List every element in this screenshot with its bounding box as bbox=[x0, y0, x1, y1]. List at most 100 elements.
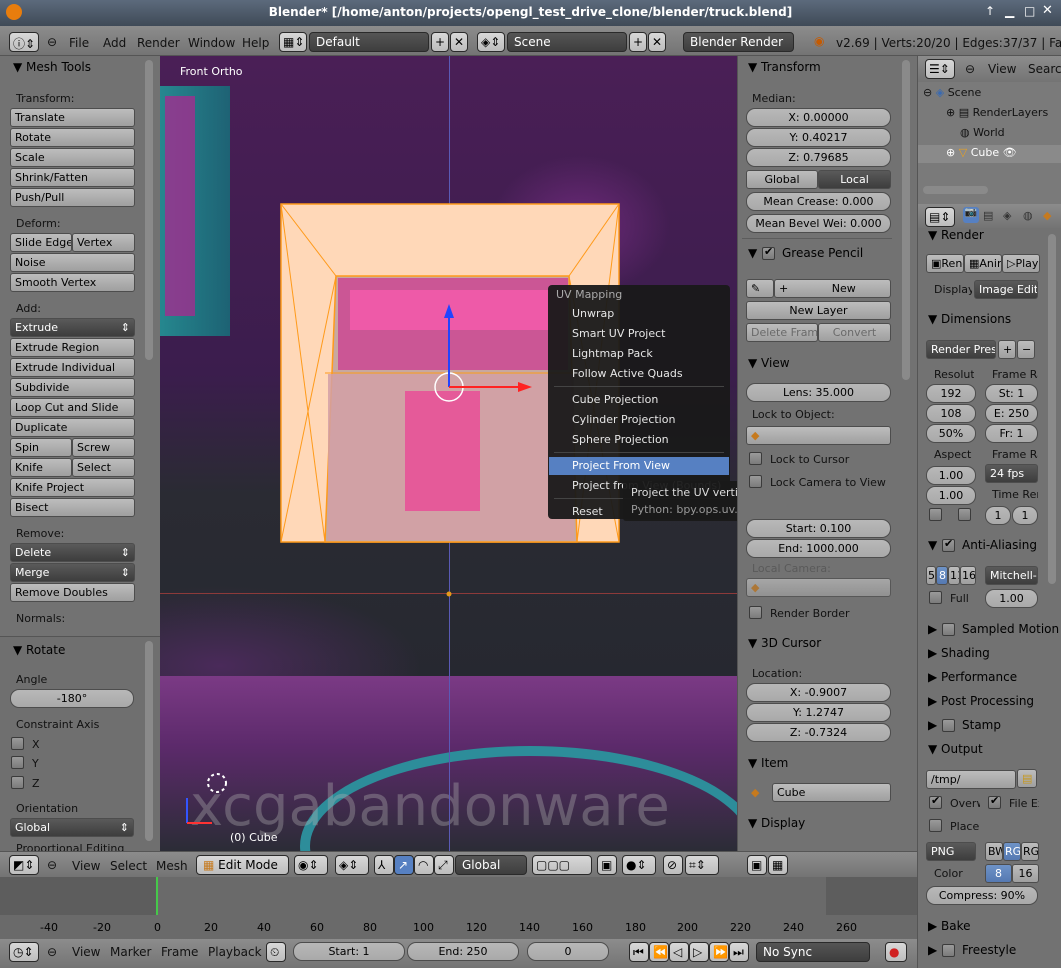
scale-manipulator-icon[interactable]: ⤢ bbox=[434, 855, 454, 875]
constraint-z-checkbox[interactable] bbox=[11, 776, 24, 789]
jump-end-icon[interactable]: ⏭ bbox=[729, 942, 749, 962]
compression-field[interactable]: Compress: 90% bbox=[926, 886, 1038, 905]
scene-context-icon[interactable]: ◈ bbox=[1003, 209, 1011, 222]
operator-scrollbar[interactable] bbox=[145, 641, 153, 841]
outliner-editor-type[interactable]: ☰⇕ bbox=[925, 59, 955, 79]
timeline[interactable]: -40 -20 0 20 40 60 80 100 120 140 160 18… bbox=[0, 877, 917, 939]
output-title[interactable]: ▼ Output bbox=[928, 742, 983, 756]
3d-select-menu[interactable]: Select bbox=[110, 859, 147, 873]
timeline-editor-type[interactable]: ◷⇕ bbox=[9, 942, 39, 962]
outliner-hscroll[interactable] bbox=[923, 186, 988, 194]
outliner-view-menu[interactable]: View bbox=[988, 62, 1016, 76]
3d-view-menu[interactable]: View bbox=[72, 859, 100, 873]
tool-shelf-scrollbar[interactable] bbox=[145, 60, 153, 360]
extrude-region-button[interactable]: Extrude Region bbox=[10, 338, 135, 357]
subdivide-button[interactable]: Subdivide bbox=[10, 378, 135, 397]
item-title[interactable]: ▼ Item bbox=[748, 756, 788, 770]
depth-8-toggle[interactable]: 8 bbox=[985, 864, 1012, 883]
layout-field[interactable]: Default bbox=[309, 32, 429, 52]
grease-pencil-checkbox[interactable] bbox=[762, 245, 775, 260]
resolution-x-field[interactable]: 192 bbox=[926, 384, 976, 403]
timeline-marker-menu[interactable]: Marker bbox=[110, 945, 151, 959]
median-y-field[interactable]: Y: 0.40217 bbox=[746, 128, 891, 147]
freestyle-title[interactable]: ▶ bbox=[928, 943, 937, 957]
render-scrollbar[interactable] bbox=[1048, 234, 1056, 584]
mesh-tools-title[interactable]: ▼ Mesh Tools bbox=[13, 60, 91, 74]
render-panel-title[interactable]: ▼ Render bbox=[928, 228, 984, 242]
opengl-anim-icon[interactable]: ▦ bbox=[768, 855, 788, 875]
knife-project-button[interactable]: Knife Project bbox=[10, 478, 135, 497]
lock-camera-checkbox[interactable] bbox=[749, 475, 762, 488]
menu-item-unwrap[interactable]: Unwrap bbox=[572, 307, 614, 320]
new-layer-button[interactable]: New Layer bbox=[746, 301, 891, 320]
snap-toggle-icon[interactable]: ⊘ bbox=[663, 855, 683, 875]
aspect-y-field[interactable]: 1.00 bbox=[926, 486, 976, 505]
mode-select[interactable]: ▦ Edit Mode bbox=[196, 855, 289, 875]
menu-render[interactable]: Render bbox=[137, 36, 180, 50]
output-path-field[interactable]: /tmp/ bbox=[926, 770, 1016, 789]
render-border-checkbox[interactable] bbox=[749, 606, 762, 619]
jump-start-icon[interactable]: ⏮ bbox=[629, 942, 649, 962]
resolution-y-field[interactable]: 108 bbox=[926, 404, 976, 423]
timeline-frame-menu[interactable]: Frame bbox=[161, 945, 198, 959]
border-checkbox[interactable] bbox=[929, 508, 942, 521]
menu-item-project-from-view[interactable]: Project From View bbox=[572, 459, 670, 472]
loop-cut-button[interactable]: Loop Cut and Slide bbox=[10, 398, 135, 417]
performance-title[interactable]: ▶ Performance bbox=[928, 670, 1017, 684]
layers-context-icon[interactable]: ▤ bbox=[983, 209, 993, 222]
pin-icon[interactable]: ↑ bbox=[985, 4, 995, 18]
dimensions-title[interactable]: ▼ Dimensions bbox=[928, 312, 1011, 326]
color-bw-toggle[interactable]: BW bbox=[985, 842, 1003, 861]
anti-aliasing-checkbox[interactable] bbox=[942, 537, 955, 552]
remove-doubles-button[interactable]: Remove Doubles bbox=[10, 583, 135, 602]
frame-start-field[interactable]: St: 1 bbox=[985, 384, 1038, 403]
object-context-icon[interactable]: ◆ bbox=[1043, 209, 1051, 222]
3d-editor-type[interactable]: ◩⇕ bbox=[9, 855, 39, 875]
menu-item-follow-quads[interactable]: Follow Active Quads bbox=[572, 367, 683, 380]
menu-item-lightmap[interactable]: Lightmap Pack bbox=[572, 347, 653, 360]
menu-item-cube-projection[interactable]: Cube Projection bbox=[572, 393, 658, 406]
render-button[interactable]: ▣Render bbox=[926, 254, 964, 273]
scene-add-icon[interactable]: + bbox=[629, 32, 647, 52]
collapse-menu-icon[interactable]: ⊖ bbox=[47, 35, 57, 49]
preview-range-icon[interactable]: ⏲ bbox=[266, 942, 286, 962]
median-x-field[interactable]: X: 0.00000 bbox=[746, 108, 891, 127]
lock-object-field[interactable]: ◆ bbox=[746, 426, 891, 445]
display-select[interactable]: Image Editor bbox=[974, 280, 1038, 299]
pivot-select[interactable]: ◈⇕ bbox=[335, 855, 369, 875]
spin-button[interactable]: Spin bbox=[10, 438, 72, 457]
cursor-y-field[interactable]: Y: 1.2747 bbox=[746, 703, 891, 722]
preset-remove-icon[interactable]: − bbox=[1017, 340, 1035, 359]
constraint-x-checkbox[interactable] bbox=[11, 737, 24, 750]
snap-element-select[interactable]: ⌗⇕ bbox=[685, 855, 719, 875]
properties-scrollbar[interactable] bbox=[902, 60, 910, 380]
layer-buttons[interactable]: ▢▢▢ bbox=[532, 855, 592, 875]
layout-add-icon[interactable]: + bbox=[431, 32, 449, 52]
scene-icon[interactable]: ◈⇕ bbox=[477, 32, 505, 52]
frame-end-field[interactable]: End: 250 bbox=[407, 942, 519, 961]
properties-editor-type[interactable]: ▤⇕ bbox=[925, 207, 955, 227]
viewport-shading-select[interactable]: ◉⇕ bbox=[294, 855, 328, 875]
menu-file[interactable]: File bbox=[69, 36, 89, 50]
full-sample-checkbox[interactable] bbox=[929, 591, 942, 604]
item-name-field[interactable]: Cube bbox=[772, 783, 891, 802]
sampled-motion-checkbox[interactable] bbox=[942, 623, 955, 636]
median-z-field[interactable]: Z: 0.79685 bbox=[746, 148, 891, 167]
scene-remove-icon[interactable]: ✕ bbox=[648, 32, 666, 52]
translate-manipulator-icon[interactable]: ↗ bbox=[394, 855, 414, 875]
lock-cursor-checkbox[interactable] bbox=[749, 452, 762, 465]
crop-checkbox[interactable] bbox=[958, 508, 971, 521]
angle-field[interactable]: -180° bbox=[10, 689, 134, 708]
timeline-collapse-icon[interactable]: ⊖ bbox=[47, 945, 57, 959]
proportional-edit-select[interactable]: ●⇕ bbox=[622, 855, 656, 875]
file-format-select[interactable]: PNG bbox=[926, 842, 976, 861]
aa-11-toggle[interactable]: 11 bbox=[948, 566, 960, 585]
frame-start-field[interactable]: Start: 1 bbox=[293, 942, 405, 961]
smooth-vertex-button[interactable]: Smooth Vertex bbox=[10, 273, 135, 292]
merge-menu[interactable]: Merge ⇕ bbox=[10, 563, 135, 582]
3d-mesh-menu[interactable]: Mesh bbox=[156, 859, 188, 873]
world-context-icon[interactable]: ◍ bbox=[1023, 209, 1033, 222]
transform-orientation-select[interactable]: Global bbox=[455, 855, 527, 875]
timeline-playback-menu[interactable]: Playback bbox=[208, 945, 262, 959]
rotate-manipulator-icon[interactable]: ◠ bbox=[414, 855, 434, 875]
